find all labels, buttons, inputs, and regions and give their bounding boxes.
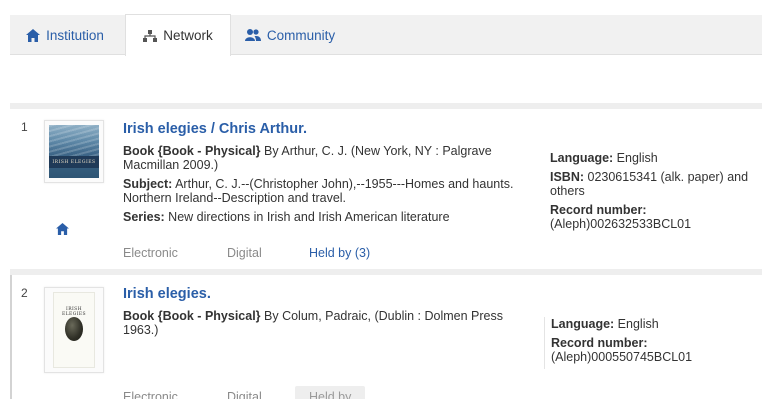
- cover-medallion: [65, 317, 83, 341]
- language-label: Language:: [551, 317, 615, 331]
- language-line: Language: English: [550, 151, 762, 165]
- book-cover-image: IRISH ELEGIES: [53, 292, 95, 368]
- result-item: 2 IRISH ELEGIES Irish elegies. Book {Boo…: [10, 269, 762, 399]
- format-line: Book {Book - Physical} By Colum, Padraic…: [123, 309, 533, 337]
- result-details: Irish elegies. Book {Book - Physical} By…: [123, 286, 533, 342]
- users-icon: [244, 29, 261, 41]
- subject-line: Subject: Arthur, C. J.--(Christopher Joh…: [123, 177, 533, 205]
- book-cover-thumbnail[interactable]: IRISH ELEGIES: [44, 287, 104, 373]
- home-icon: [26, 28, 41, 42]
- cover-title-text: IRISH ELEGIES: [52, 159, 96, 165]
- tab-community-label: Community: [266, 27, 336, 43]
- electronic-link[interactable]: Electronic: [123, 387, 227, 399]
- series-line: Series: New directions in Irish and Iris…: [123, 210, 533, 224]
- tab-institution-label: Institution: [46, 27, 104, 43]
- result-list: 1 IRISH ELEGIES Irish elegies / Chris Ar…: [10, 103, 762, 399]
- record-number-label: Record number:: [551, 336, 648, 350]
- language-label: Language:: [550, 151, 614, 165]
- result-title-link[interactable]: Irish elegies / Chris Arthur.: [123, 121, 533, 137]
- format-label: Book {Book - Physical}: [123, 309, 261, 323]
- subject-label: Subject:: [123, 177, 173, 191]
- record-number-line: Record number: (Aleph)002632533BCL01: [550, 203, 762, 231]
- record-number-value: (Aleph)002632533BCL01: [550, 217, 692, 231]
- record-number-label: Record number:: [550, 203, 647, 217]
- tab-network[interactable]: Network: [125, 14, 231, 56]
- record-metadata: Language: English ISBN: 0230615341 (alk.…: [550, 151, 762, 236]
- held-by-link[interactable]: Held by (3): [309, 243, 370, 263]
- record-metadata: Language: English Record number: (Aleph)0…: [544, 317, 756, 369]
- availability-actions: Electronic Digital Held by (3): [123, 242, 370, 264]
- cover-title-text: IRISH ELEGIES: [61, 307, 87, 317]
- language-value: English: [613, 151, 658, 165]
- scope-tabs: Institution Network Community: [10, 14, 762, 56]
- series-label: Series:: [123, 210, 165, 224]
- home-icon[interactable]: [56, 223, 69, 238]
- record-number-line: Record number: (Aleph)000550745BCL01: [551, 336, 756, 364]
- held-by-button[interactable]: Held by: [295, 386, 366, 399]
- format-line: Book {Book - Physical} By Arthur, C. J. …: [123, 144, 533, 172]
- result-title-link[interactable]: Irish elegies.: [123, 286, 533, 302]
- isbn-line: ISBN: 0230615341 (alk. paper) and others: [550, 170, 762, 198]
- series-text: New directions in Irish and Irish Americ…: [164, 210, 450, 224]
- digital-link[interactable]: Digital: [227, 243, 309, 263]
- tab-institution[interactable]: Institution: [10, 15, 120, 55]
- result-details: Irish elegies / Chris Arthur. Book {Book…: [123, 121, 533, 229]
- subject-text: Arthur, C. J.--(Christopher John),--1955…: [123, 177, 514, 205]
- format-label: Book {Book - Physical}: [123, 144, 261, 158]
- network-icon: [143, 29, 158, 42]
- book-cover-thumbnail[interactable]: IRISH ELEGIES: [44, 120, 104, 183]
- result-item: 1 IRISH ELEGIES Irish elegies / Chris Ar…: [10, 103, 762, 269]
- book-cover-image: IRISH ELEGIES: [49, 125, 99, 178]
- result-number: 1: [21, 120, 28, 134]
- availability-actions: Electronic Digital Held by: [123, 386, 366, 399]
- record-number-value: (Aleph)000550745BCL01: [551, 350, 693, 364]
- language-value: English: [614, 317, 659, 331]
- language-line: Language: English: [551, 317, 756, 331]
- result-number: 2: [21, 286, 28, 300]
- isbn-label: ISBN:: [550, 170, 585, 184]
- electronic-link[interactable]: Electronic: [123, 243, 227, 263]
- tab-community[interactable]: Community: [232, 15, 348, 55]
- tab-network-label: Network: [163, 28, 213, 43]
